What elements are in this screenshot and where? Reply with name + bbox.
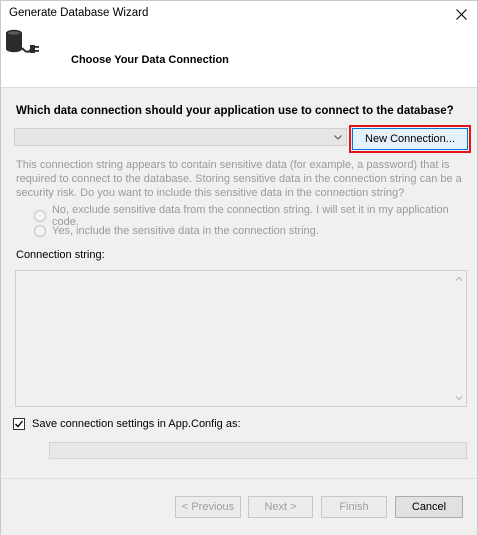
sensitive-data-description: This connection string appears to contai… — [16, 159, 462, 199]
previous-button[interactable]: < Previous — [175, 496, 241, 518]
wizard-window: Generate Database Wizard Choose Your Dat… — [0, 0, 478, 535]
cancel-button[interactable]: Cancel — [395, 496, 463, 518]
chevron-down-icon — [334, 135, 342, 140]
radio-label: Yes, include the sensitive data in the c… — [52, 225, 319, 237]
wizard-body: Which data connection should your applic… — [1, 87, 477, 478]
next-button[interactable]: Next > — [248, 496, 313, 518]
page-title: Choose Your Data Connection — [71, 54, 229, 66]
close-button[interactable] — [449, 3, 473, 25]
new-connection-button[interactable]: New Connection... — [352, 128, 468, 150]
radio-include-sensitive[interactable]: Yes, include the sensitive data in the c… — [34, 225, 319, 237]
database-plug-icon — [6, 29, 39, 53]
finish-button[interactable]: Finish — [321, 496, 387, 518]
app-config-name-field[interactable] — [49, 442, 467, 459]
scroll-down-icon[interactable] — [454, 393, 464, 403]
window-title: Generate Database Wizard — [9, 7, 149, 19]
save-settings-row[interactable]: Save connection settings in App.Config a… — [13, 418, 241, 430]
radio-button[interactable] — [34, 225, 46, 237]
wizard-footer: < Previous Next > Finish Cancel — [1, 478, 477, 535]
connection-string-textarea[interactable] — [15, 270, 467, 407]
scroll-up-icon[interactable] — [454, 274, 464, 284]
wizard-header: Choose Your Data Connection — [1, 27, 477, 87]
data-connection-dropdown[interactable] — [14, 128, 347, 146]
radio-button[interactable] — [34, 210, 46, 222]
save-settings-checkbox[interactable] — [13, 418, 25, 430]
title-bar: Generate Database Wizard — [1, 1, 477, 27]
close-icon — [455, 8, 467, 20]
connection-string-label: Connection string: — [16, 249, 105, 261]
connection-question: Which data connection should your applic… — [16, 105, 454, 117]
vertical-scrollbar[interactable] — [452, 271, 466, 406]
checkmark-icon — [15, 420, 24, 428]
save-settings-label: Save connection settings in App.Config a… — [32, 418, 241, 430]
